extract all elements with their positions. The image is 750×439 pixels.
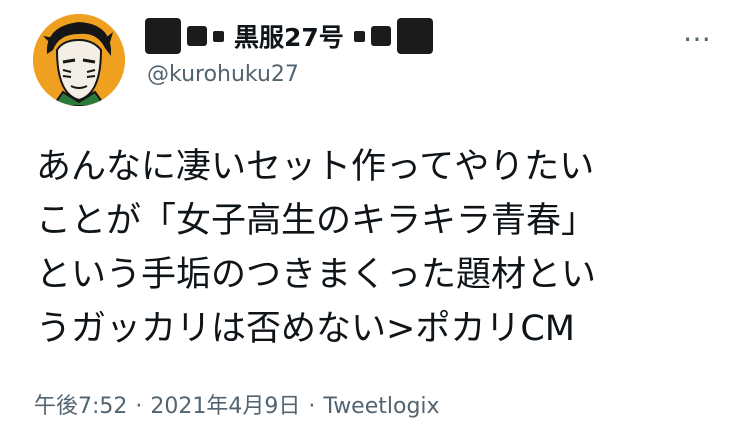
more-options-icon[interactable]: ⋯ <box>683 25 713 53</box>
display-name[interactable]: 黒服27号 <box>234 18 344 54</box>
tweet-date[interactable]: 2021年4月9日 <box>150 394 300 419</box>
tweet-text-line: ことが「女子高生のキラキラ青春」 <box>36 201 597 241</box>
tweet-text-line: という手垢のつきまくった題材とい <box>36 255 597 295</box>
separator: · <box>308 394 316 419</box>
separator: · <box>135 394 143 419</box>
emoji-block-icon <box>370 26 391 46</box>
emoji-block-icon <box>353 30 365 42</box>
tweet-time[interactable]: 午後7:52 <box>34 394 127 419</box>
tweet-text-line: うガッカリは否めない>ポカリCM <box>36 309 575 349</box>
emoji-block-icon <box>213 30 224 42</box>
tweet-metadata: 午後7:52 · 2021年4月9日 · Tweetlogix <box>34 388 440 420</box>
tweet-client[interactable]: Tweetlogix <box>323 394 439 419</box>
emoji-block-icon <box>145 18 181 54</box>
emoji-block-icon <box>187 26 207 46</box>
emoji-block-icon <box>396 18 433 54</box>
user-handle[interactable]: @kurohuku27 <box>147 62 299 87</box>
tweet-text-line: あんなに凄いセット作ってやりたい <box>36 147 595 187</box>
avatar[interactable] <box>33 14 125 106</box>
tweet-card: 黒服27号 @kurohuku27 ⋯ あんなに凄いセット作ってやりたい ことが… <box>0 0 750 439</box>
tweet-text: あんなに凄いセット作ってやりたい ことが「女子高生のキラキラ青春」 という手垢の… <box>36 140 726 356</box>
display-name-row[interactable]: 黒服27号 <box>145 16 433 56</box>
avatar-portrait-icon <box>33 14 125 106</box>
